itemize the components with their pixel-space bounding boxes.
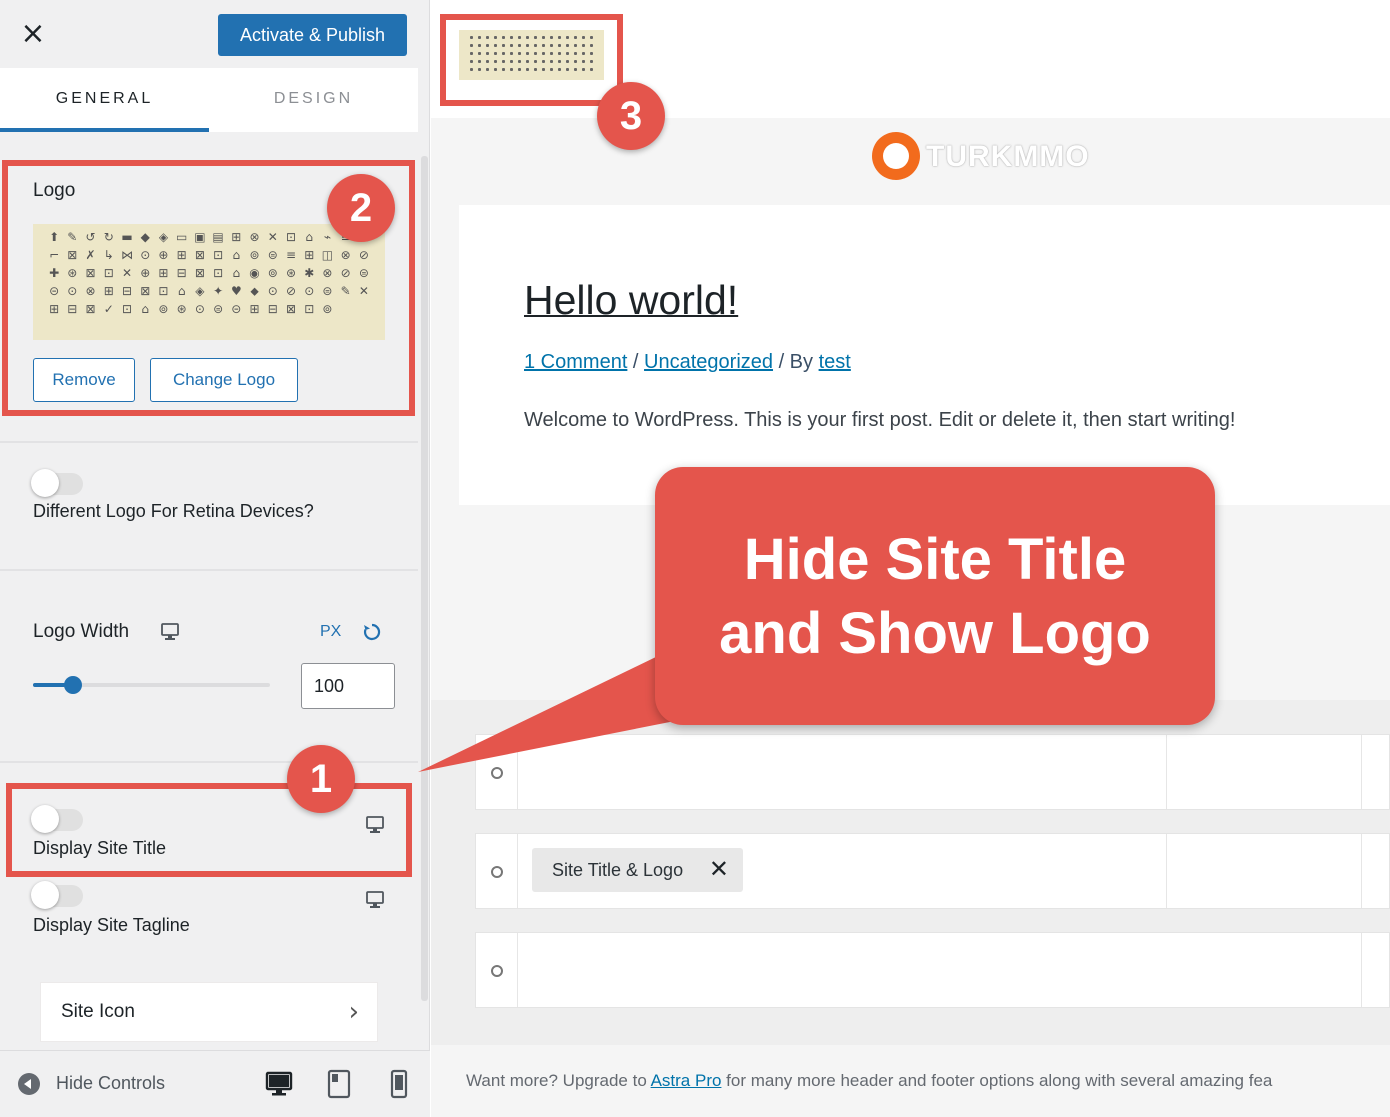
comments-link[interactable]: 1 Comment <box>524 351 627 373</box>
upgrade-prefix: Want more? Upgrade to <box>466 1071 651 1090</box>
callout-bubble: Hide Site Title and Show Logo <box>655 467 1215 725</box>
toggle-knob <box>31 881 59 909</box>
gear-icon[interactable] <box>476 933 518 1007</box>
annotation-badge-1: 1 <box>287 745 355 813</box>
divider <box>0 569 418 571</box>
logo-width-slider[interactable] <box>33 676 270 694</box>
hide-controls-label: Hide Controls <box>56 1073 166 1093</box>
display-site-tagline-label: Display Site Tagline <box>33 915 190 935</box>
annotation-box-site-title <box>6 783 412 877</box>
scrollbar[interactable] <box>421 156 428 1001</box>
column-divider <box>1361 933 1362 1007</box>
author-link[interactable]: test <box>819 351 851 373</box>
builder-row-primary: Site Title & Logo ✕ <box>475 833 1390 909</box>
post-card: Hello world! 1 Comment / Uncategorized /… <box>459 205 1390 505</box>
builder-row-above <box>475 734 1390 810</box>
meta-by: / By <box>773 351 819 373</box>
display-site-tagline-toggle[interactable] <box>31 881 83 909</box>
logo-width-input[interactable] <box>301 663 395 709</box>
activate-publish-button[interactable]: Activate & Publish <box>218 14 407 56</box>
chevron-right-icon: › <box>348 997 359 1027</box>
logo-width-label: Logo Width <box>33 621 130 642</box>
close-icon[interactable]: ✕ <box>709 855 729 883</box>
annotation-badge-3: 3 <box>597 82 665 150</box>
category-link[interactable]: Uncategorized <box>644 351 773 373</box>
desktop-icon[interactable] <box>160 622 180 642</box>
site-icon-row[interactable]: Site Icon › <box>40 982 378 1042</box>
retina-logo-toggle[interactable] <box>31 469 83 497</box>
tablet-preview-icon[interactable] <box>324 1067 354 1101</box>
upgrade-notice: Want more? Upgrade to Astra Pro for many… <box>466 1071 1272 1091</box>
astra-pro-link[interactable]: Astra Pro <box>651 1071 722 1090</box>
desktop-icon[interactable] <box>365 890 385 910</box>
mobile-preview-icon[interactable] <box>384 1067 414 1101</box>
column-divider <box>1361 735 1362 809</box>
close-icon[interactable]: × <box>18 19 48 50</box>
meta-separator: / <box>627 351 645 373</box>
reset-icon[interactable] <box>362 622 382 642</box>
upgrade-suffix: for many more header and footer options … <box>721 1071 1273 1090</box>
column-divider <box>1166 834 1167 908</box>
slider-handle[interactable] <box>64 676 83 694</box>
builder-row-below <box>475 932 1390 1008</box>
watermark-text: TURKMMO <box>926 140 1090 173</box>
post-excerpt: Welcome to WordPress. This is your first… <box>524 409 1236 431</box>
tab-bar: GENERAL DESIGN <box>0 68 418 132</box>
collapse-icon <box>18 1073 40 1095</box>
tab-design[interactable]: DESIGN <box>209 68 418 132</box>
header-builder: Site Title & Logo ✕ <box>431 700 1390 1045</box>
tab-general[interactable]: GENERAL <box>0 68 209 132</box>
post-title[interactable]: Hello world! <box>524 277 738 324</box>
toggle-knob <box>31 469 59 497</box>
customizer-footer: Hide Controls <box>0 1050 430 1117</box>
desktop-preview-icon[interactable] <box>264 1067 294 1101</box>
watermark-logo-icon <box>872 132 920 180</box>
site-icon-label: Site Icon <box>61 1001 135 1022</box>
column-divider <box>1166 735 1167 809</box>
site-title-logo-chip[interactable]: Site Title & Logo ✕ <box>532 848 743 892</box>
column-divider <box>1361 834 1362 908</box>
annotation-box-header-logo <box>440 14 623 106</box>
annotation-badge-2: 2 <box>327 174 395 242</box>
divider <box>0 441 418 443</box>
unit-label[interactable]: PX <box>320 623 341 641</box>
post-meta: 1 Comment / Uncategorized / By test <box>524 351 851 374</box>
chip-label: Site Title & Logo <box>552 860 684 880</box>
customizer-screen: × Activate & Publish GENERAL DESIGN Logo… <box>0 0 1390 1117</box>
callout-text: Hide Site Title and Show Logo <box>719 527 1151 666</box>
gear-icon[interactable] <box>476 834 518 908</box>
gear-icon[interactable] <box>476 735 518 809</box>
divider <box>0 761 418 763</box>
retina-logo-label: Different Logo For Retina Devices? <box>33 501 314 521</box>
